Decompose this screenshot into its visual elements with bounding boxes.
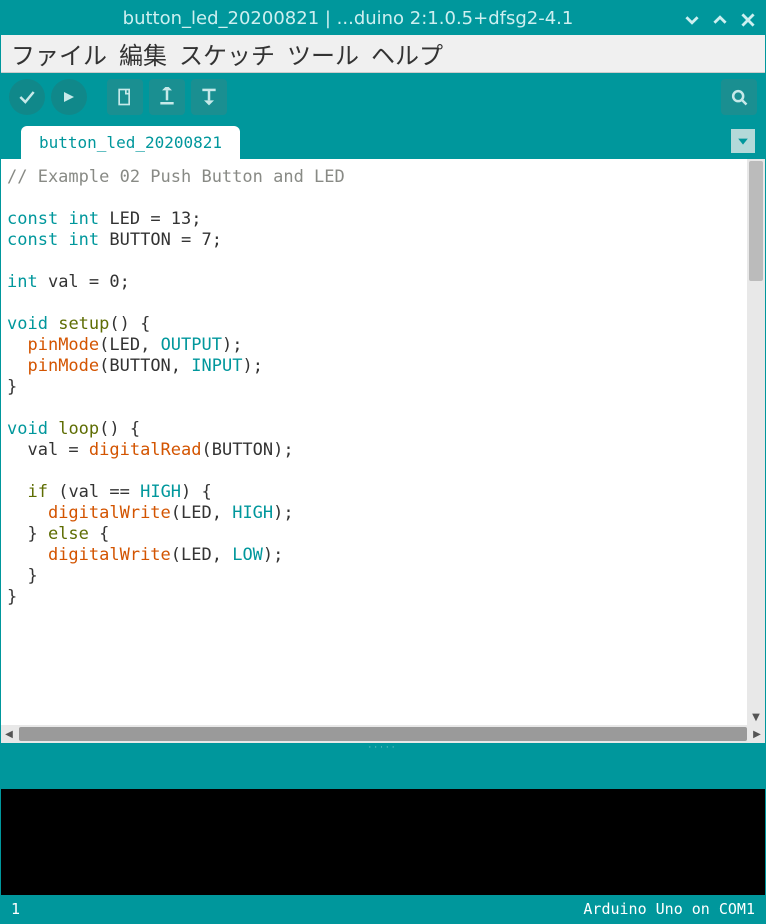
- verify-button[interactable]: [9, 79, 45, 115]
- editor-area: // Example 02 Push Button and LED const …: [1, 159, 765, 753]
- menu-file[interactable]: ファイル: [7, 34, 111, 73]
- console-output[interactable]: [1, 789, 765, 895]
- save-button[interactable]: [191, 79, 227, 115]
- footer: 1 Arduino Uno on COM1: [1, 895, 765, 923]
- scroll-thumb[interactable]: [749, 161, 763, 281]
- vertical-scrollbar[interactable]: ▲ ▼: [747, 159, 765, 725]
- pane-grip[interactable]: ·····: [1, 743, 765, 753]
- minimize-icon[interactable]: [685, 11, 699, 25]
- sketch-tab[interactable]: button_led_20200821: [21, 126, 240, 159]
- hscroll-thumb[interactable]: [19, 727, 747, 741]
- menu-edit[interactable]: 編集: [115, 34, 171, 73]
- tabbar: button_led_20200821: [1, 121, 765, 159]
- code-editor[interactable]: // Example 02 Push Button and LED const …: [1, 159, 747, 725]
- upload-button[interactable]: [51, 79, 87, 115]
- menu-help[interactable]: ヘルプ: [367, 34, 447, 73]
- new-button[interactable]: [107, 79, 143, 115]
- serial-monitor-button[interactable]: [721, 79, 757, 115]
- open-button[interactable]: [149, 79, 185, 115]
- maximize-icon[interactable]: [713, 11, 727, 25]
- window-title: button_led_20200821 | ...duino 2:1.0.5+d…: [11, 8, 685, 29]
- app-window: button_led_20200821 | ...duino 2:1.0.5+d…: [0, 0, 766, 924]
- tab-menu-button[interactable]: [731, 129, 755, 153]
- titlebar[interactable]: button_led_20200821 | ...duino 2:1.0.5+d…: [1, 1, 765, 35]
- menubar: ファイル 編集 スケッチ ツール ヘルプ: [1, 35, 765, 73]
- scroll-down-icon[interactable]: ▼: [747, 709, 765, 725]
- menu-tools[interactable]: ツール: [283, 34, 363, 73]
- line-number: 1: [11, 900, 583, 918]
- scroll-left-icon[interactable]: ◀: [1, 729, 17, 740]
- status-strip: [1, 753, 765, 789]
- close-icon[interactable]: [741, 11, 755, 25]
- menu-sketch[interactable]: スケッチ: [175, 34, 279, 73]
- board-info: Arduino Uno on COM1: [583, 900, 755, 918]
- horizontal-scrollbar[interactable]: ◀ ▶: [1, 725, 765, 743]
- toolbar: [1, 73, 765, 121]
- scroll-right-icon[interactable]: ▶: [749, 729, 765, 740]
